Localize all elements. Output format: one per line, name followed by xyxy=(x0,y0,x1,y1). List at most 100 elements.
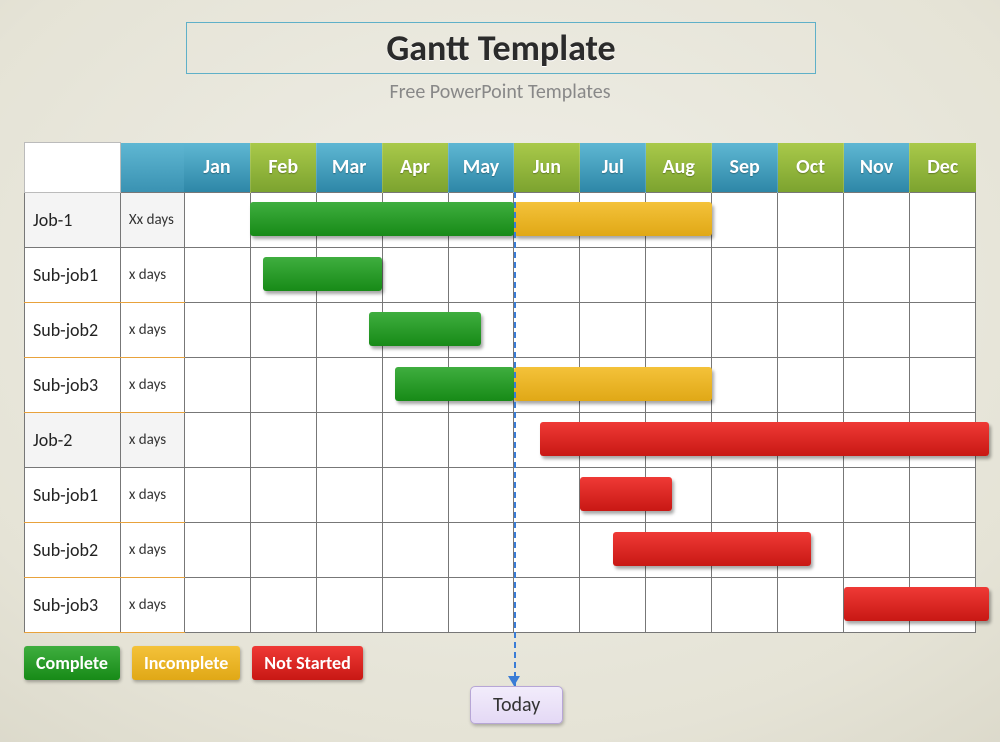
grid-cell xyxy=(184,303,250,358)
grid-cell xyxy=(250,578,316,633)
grid-cell xyxy=(514,578,580,633)
page-subtitle: Free PowerPoint Templates xyxy=(0,80,1000,104)
month-header-jun: Jun xyxy=(514,143,580,193)
grid-cell xyxy=(844,193,910,248)
grid-cell xyxy=(646,303,712,358)
grid-cell xyxy=(250,193,316,248)
grid-cell xyxy=(382,193,448,248)
grid-cell xyxy=(514,303,580,358)
grid-cell xyxy=(316,468,382,523)
header-blank-duration xyxy=(120,143,184,193)
grid-cell xyxy=(712,578,778,633)
grid-cell xyxy=(250,303,316,358)
task-label: Sub-job2 xyxy=(25,523,121,578)
grid-cell xyxy=(184,523,250,578)
task-duration: x days xyxy=(120,248,184,303)
grid-cell xyxy=(778,578,844,633)
grid-cell xyxy=(448,303,514,358)
month-header-nov: Nov xyxy=(844,143,910,193)
grid-cell xyxy=(778,358,844,413)
grid-cell xyxy=(778,193,844,248)
grid-cell xyxy=(646,248,712,303)
grid-cell xyxy=(250,468,316,523)
month-header-may: May xyxy=(448,143,514,193)
grid-cell xyxy=(448,523,514,578)
month-header-dec: Dec xyxy=(909,143,975,193)
grid-cell xyxy=(514,413,580,468)
grid-cell xyxy=(778,523,844,578)
month-header-feb: Feb xyxy=(250,143,316,193)
task-label: Sub-job2 xyxy=(25,303,121,358)
grid-cell xyxy=(646,578,712,633)
grid-cell xyxy=(382,578,448,633)
task-duration: x days xyxy=(120,523,184,578)
grid-cell xyxy=(646,193,712,248)
month-header-sep: Sep xyxy=(712,143,778,193)
grid-cell xyxy=(316,523,382,578)
today-marker-arrow-icon xyxy=(508,676,520,686)
grid-cell xyxy=(712,468,778,523)
grid-cell xyxy=(448,193,514,248)
grid-cell xyxy=(712,193,778,248)
grid-cell xyxy=(580,358,646,413)
grid-cell xyxy=(316,413,382,468)
legend-incomplete: Incomplete xyxy=(132,646,240,680)
task-label: Sub-job1 xyxy=(25,468,121,523)
grid-cell xyxy=(712,248,778,303)
task-duration: x days xyxy=(120,358,184,413)
month-header-oct: Oct xyxy=(778,143,844,193)
grid-cell xyxy=(646,413,712,468)
task-duration: Xx days xyxy=(120,193,184,248)
grid-cell xyxy=(184,358,250,413)
grid-cell xyxy=(778,303,844,358)
grid-cell xyxy=(844,578,910,633)
grid-cell xyxy=(514,468,580,523)
grid-cell xyxy=(382,468,448,523)
table-row: Sub-job1x days xyxy=(25,468,976,523)
grid-cell xyxy=(250,248,316,303)
grid-cell xyxy=(514,248,580,303)
month-header-apr: Apr xyxy=(382,143,448,193)
grid-cell xyxy=(909,523,975,578)
slide: Gantt Template Free PowerPoint Templates… xyxy=(0,0,1000,742)
table-row: Job-1Xx days xyxy=(25,193,976,248)
month-header-jan: Jan xyxy=(184,143,250,193)
month-header-aug: Aug xyxy=(646,143,712,193)
grid-cell xyxy=(580,468,646,523)
grid-cell xyxy=(448,358,514,413)
grid-cell xyxy=(778,413,844,468)
grid-cell xyxy=(909,358,975,413)
header-blank-label xyxy=(25,143,121,193)
grid-cell xyxy=(580,413,646,468)
grid-cell xyxy=(844,523,910,578)
grid-cell xyxy=(712,303,778,358)
grid-cell xyxy=(316,358,382,413)
task-duration: x days xyxy=(120,468,184,523)
grid-cell xyxy=(250,358,316,413)
task-duration: x days xyxy=(120,578,184,633)
grid-cell xyxy=(184,248,250,303)
grid-cell xyxy=(909,468,975,523)
grid-cell xyxy=(448,578,514,633)
grid-cell xyxy=(316,578,382,633)
grid-cell xyxy=(184,413,250,468)
grid-cell xyxy=(580,523,646,578)
grid-cell xyxy=(514,358,580,413)
page-title: Gantt Template xyxy=(386,26,615,70)
grid-cell xyxy=(448,248,514,303)
table-row: Job-2x days xyxy=(25,413,976,468)
grid-cell xyxy=(712,413,778,468)
grid-cell xyxy=(909,578,975,633)
grid-cell xyxy=(646,523,712,578)
table-row: Sub-job3x days xyxy=(25,358,976,413)
task-label: Job-1 xyxy=(25,193,121,248)
grid-cell xyxy=(382,303,448,358)
task-label: Sub-job3 xyxy=(25,578,121,633)
grid-cell xyxy=(844,303,910,358)
header-row: JanFebMarAprMayJunJulAugSepOctNovDec xyxy=(25,143,976,193)
grid-cell xyxy=(580,578,646,633)
grid-cell xyxy=(844,468,910,523)
grid-cell xyxy=(909,248,975,303)
grid-cell xyxy=(712,358,778,413)
grid-cell xyxy=(382,248,448,303)
